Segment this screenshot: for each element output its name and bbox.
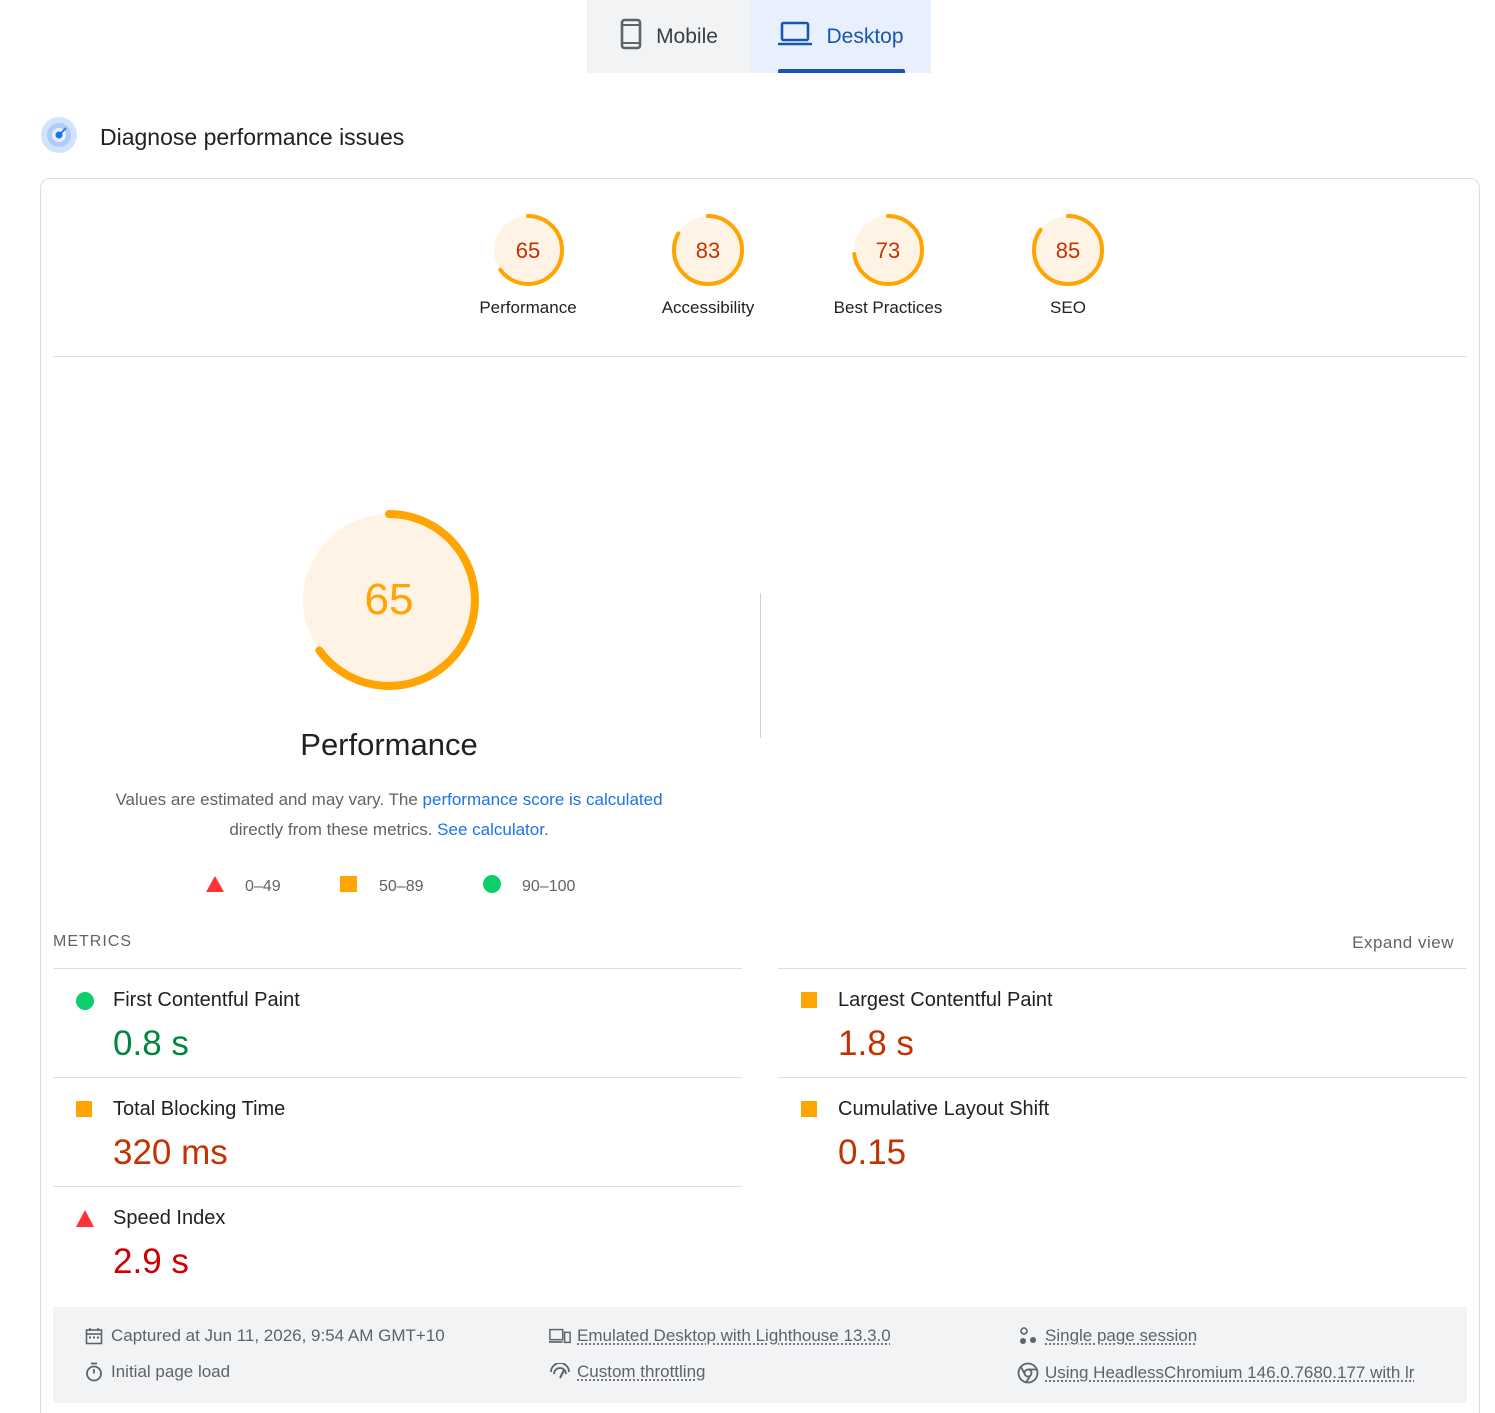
metric-name: Total Blocking Time xyxy=(113,1098,285,1121)
see-calculator-link[interactable]: See calculator. xyxy=(437,820,549,839)
gauge-seo[interactable]: 85 SEO xyxy=(978,212,1158,318)
legend-pass: 90–100 xyxy=(482,875,575,898)
gauge-label: Performance xyxy=(479,298,576,318)
gauge-score: 73 xyxy=(876,238,900,263)
laptop-icon xyxy=(778,21,812,53)
metric-fcp: First Contentful Paint 0.8 s xyxy=(53,968,742,1077)
metric-value: 0.15 xyxy=(838,1133,906,1173)
session-text: Single page session xyxy=(1045,1326,1197,1346)
mobile-phone-icon xyxy=(620,18,642,56)
metric-tbt: Total Blocking Time 320 ms xyxy=(53,1077,742,1186)
red-triangle-icon xyxy=(75,1209,95,1234)
metric-value: 1.8 s xyxy=(838,1024,914,1064)
green-circle-icon xyxy=(482,875,502,898)
green-circle-icon xyxy=(75,991,95,1016)
metrics-header: METRICS xyxy=(53,933,132,951)
vertical-divider xyxy=(760,593,761,738)
performance-gauge-large: 65 xyxy=(296,507,482,698)
gauge-label: Best Practices xyxy=(834,298,943,318)
captured-at-text: Captured at Jun 11, 2026, 9:54 AM GMT+10 xyxy=(111,1326,445,1346)
gauge-label: Accessibility xyxy=(662,298,755,318)
initial-load: Initial page load xyxy=(83,1362,230,1382)
expand-view-button[interactable]: Expand view xyxy=(1352,933,1454,953)
browser-link[interactable]: Using HeadlessChromium 146.0.7680.177 wi… xyxy=(1017,1362,1437,1384)
gauge-score: 85 xyxy=(1056,238,1080,263)
emulated-device-link[interactable]: Emulated Desktop with Lighthouse 13.3.0 xyxy=(549,1326,891,1346)
captured-at: Captured at Jun 11, 2026, 9:54 AM GMT+10 xyxy=(83,1326,445,1346)
metric-cls: Cumulative Layout Shift 0.15 xyxy=(778,1077,1467,1186)
gauge-accessibility[interactable]: 83 Accessibility xyxy=(618,212,798,318)
timer-icon xyxy=(83,1362,105,1382)
desc-text-2: directly from these metrics. xyxy=(229,820,432,839)
metric-name: Largest Contentful Paint xyxy=(838,989,1053,1012)
legend-pass-label: 90–100 xyxy=(522,878,575,896)
gauge-ring: 85 xyxy=(1030,212,1106,288)
throttling-text: Custom throttling xyxy=(577,1362,706,1382)
metric-value: 0.8 s xyxy=(113,1024,189,1064)
gauge-best-practices[interactable]: 73 Best Practices xyxy=(798,212,978,318)
section-title: Diagnose performance issues xyxy=(100,124,404,151)
legend-average-label: 50–89 xyxy=(379,878,424,896)
gauge-score: 83 xyxy=(696,238,720,263)
performance-score: 65 xyxy=(365,575,414,624)
metric-value: 320 ms xyxy=(113,1133,228,1173)
gauge-score: 65 xyxy=(516,238,540,263)
session-nodes-icon xyxy=(1017,1326,1039,1346)
legend-average: 50–89 xyxy=(339,875,424,898)
tab-mobile[interactable]: Mobile xyxy=(587,0,751,73)
orange-square-icon xyxy=(339,875,359,898)
score-legend: 0–49 50–89 90–100 xyxy=(41,875,741,895)
section-header: Diagnose performance issues xyxy=(40,118,404,156)
orange-square-icon xyxy=(75,1100,95,1125)
gauge-performance[interactable]: 65 Performance xyxy=(438,212,618,318)
metric-speed-index: Speed Index 2.9 s xyxy=(53,1186,742,1295)
calendar-icon xyxy=(83,1327,105,1345)
red-triangle-icon xyxy=(205,875,225,898)
gauge-ring: 83 xyxy=(670,212,746,288)
performance-title: Performance xyxy=(189,727,589,763)
tab-mobile-label: Mobile xyxy=(656,25,718,49)
runtime-settings: Captured at Jun 11, 2026, 9:54 AM GMT+10… xyxy=(53,1307,1467,1403)
session-link[interactable]: Single page session xyxy=(1017,1326,1197,1346)
gauge-ring: 65 xyxy=(490,212,566,288)
orange-square-icon xyxy=(800,991,820,1016)
metric-name: Cumulative Layout Shift xyxy=(838,1098,1049,1121)
divider xyxy=(53,356,1467,357)
metric-value: 2.9 s xyxy=(113,1242,189,1282)
devices-icon xyxy=(549,1327,571,1345)
metric-name: First Contentful Paint xyxy=(113,989,300,1012)
performance-description: Values are estimated and may vary. The p… xyxy=(89,785,689,845)
gauge-ring: 73 xyxy=(850,212,926,288)
gauge-label: SEO xyxy=(1050,298,1086,318)
network-speed-icon xyxy=(549,1363,571,1381)
legend-fail-label: 0–49 xyxy=(245,878,281,896)
chrome-icon xyxy=(1017,1362,1039,1384)
throttling-link[interactable]: Custom throttling xyxy=(549,1362,706,1382)
category-gauges: 65 Performance 83 Accessibility 73 Best … xyxy=(438,212,1158,318)
legend-fail: 0–49 xyxy=(205,875,281,898)
orange-square-icon xyxy=(800,1100,820,1125)
initial-load-text: Initial page load xyxy=(111,1362,230,1382)
score-calculated-link[interactable]: performance score is calculated xyxy=(423,790,663,809)
browser-text: Using HeadlessChromium 146.0.7680.177 wi… xyxy=(1045,1363,1414,1383)
metric-lcp: Largest Contentful Paint 1.8 s xyxy=(778,968,1467,1077)
tab-desktop[interactable]: Desktop xyxy=(751,0,931,73)
report-card: 65 Performance 83 Accessibility 73 Best … xyxy=(40,178,1480,1413)
metric-name: Speed Index xyxy=(113,1207,225,1230)
diagnose-radar-icon xyxy=(40,116,78,159)
desc-text: Values are estimated and may vary. The xyxy=(115,790,422,809)
tab-desktop-label: Desktop xyxy=(826,25,903,49)
emulated-device-text: Emulated Desktop with Lighthouse 13.3.0 xyxy=(577,1326,891,1346)
device-tabs: Mobile Desktop xyxy=(587,0,931,73)
